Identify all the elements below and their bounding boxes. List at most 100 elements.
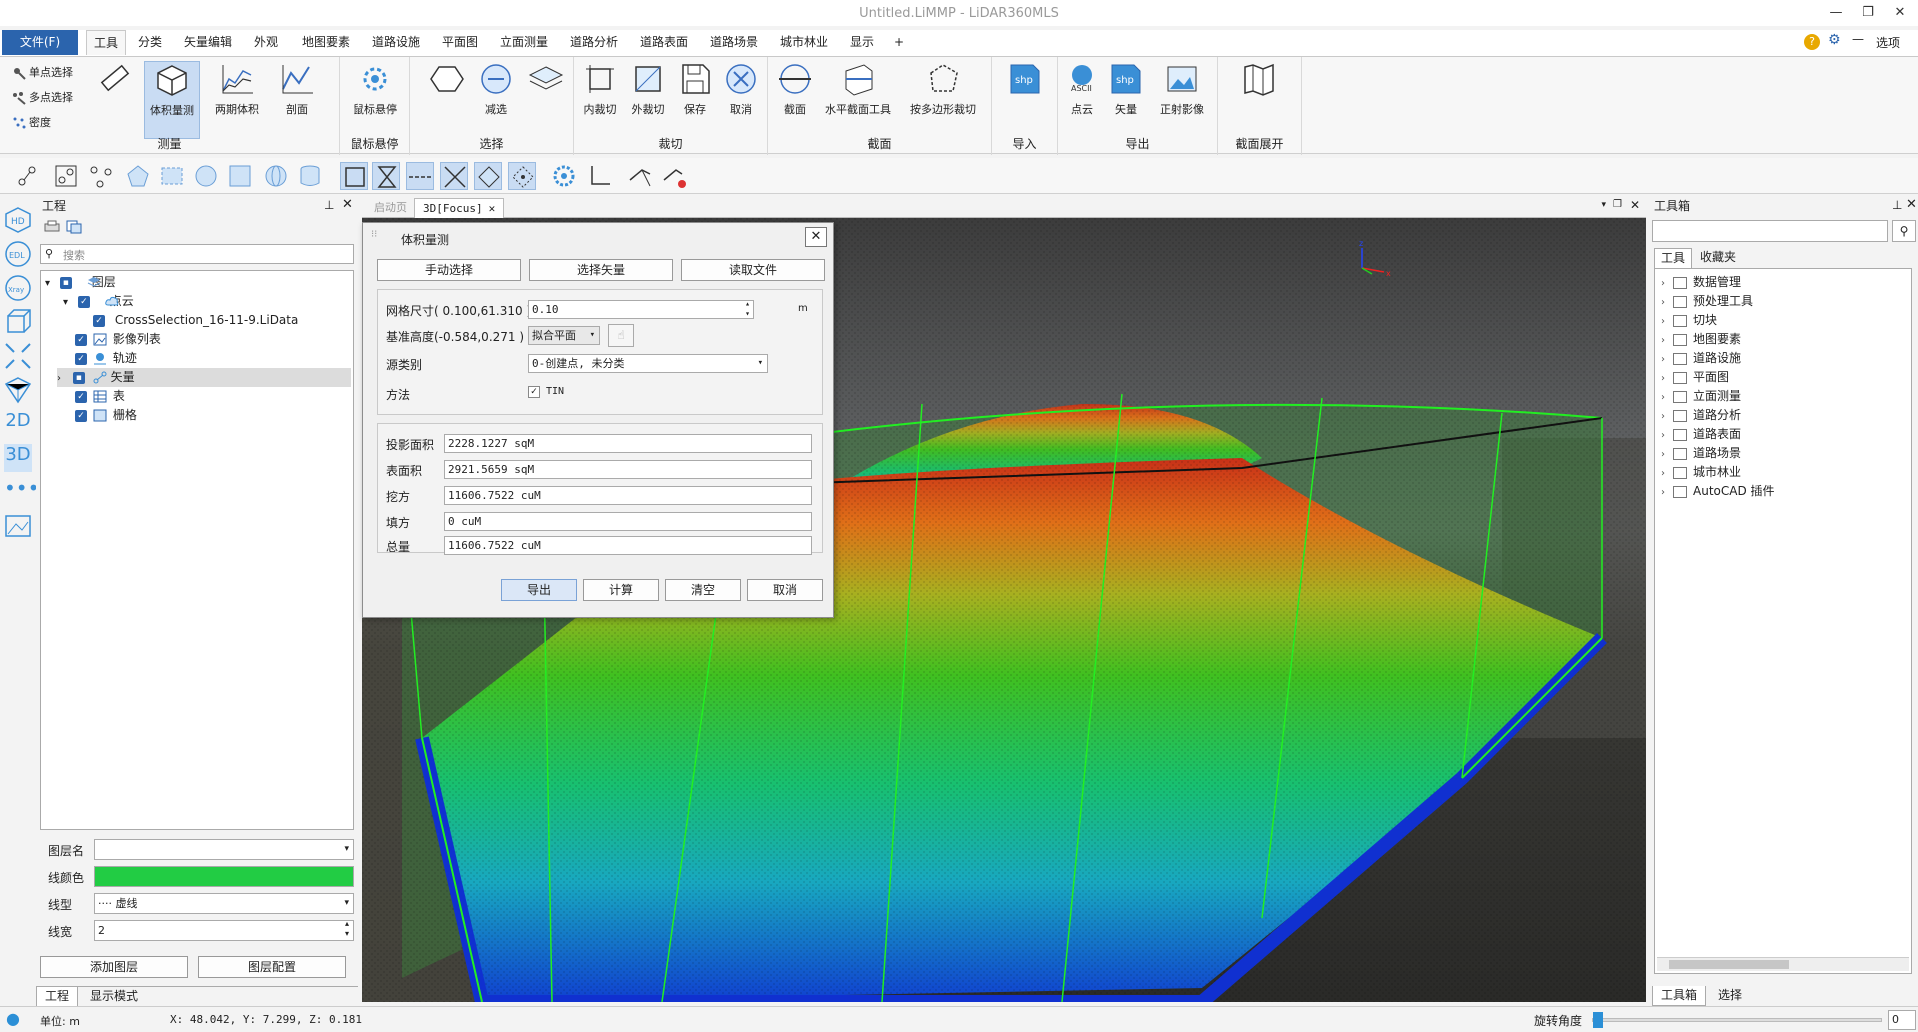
tab-tools[interactable]: 工具 xyxy=(86,30,126,55)
toolbox-item[interactable]: › 数据管理 xyxy=(1661,273,1741,292)
node-tool-1-icon[interactable] xyxy=(14,162,42,190)
tab-project[interactable]: 工程 xyxy=(36,987,79,1007)
outer-clip-button[interactable]: 外裁切 xyxy=(626,61,670,117)
export-vector-button[interactable]: shp 矢量 xyxy=(1106,61,1146,117)
view-2d-button[interactable]: 2D xyxy=(4,410,32,438)
toolbox-item[interactable]: › 地图要素 xyxy=(1661,330,1741,349)
rect-select-icon[interactable] xyxy=(158,162,186,190)
gear-icon[interactable]: ⚙ xyxy=(1828,32,1841,48)
cross-select-icon[interactable] xyxy=(440,162,468,190)
zoom-extent-icon[interactable] xyxy=(4,342,32,370)
add-layer-button[interactable]: 添加图层 xyxy=(40,956,188,978)
volume-measure-button[interactable]: 体积量测 xyxy=(144,61,200,139)
file-menu-button[interactable]: 文件(F) xyxy=(2,30,78,55)
tab-selection[interactable]: 选择 xyxy=(1710,986,1750,1006)
rotation-value-input[interactable]: 0 xyxy=(1888,1010,1916,1030)
table-checkbox[interactable]: ✓ xyxy=(75,390,87,403)
tab-display-mode[interactable]: 显示模式 xyxy=(82,987,146,1007)
two-period-volume-button[interactable]: 两期体积 xyxy=(210,61,264,117)
box-select-icon[interactable] xyxy=(340,162,368,190)
toolbox-item[interactable]: › 预处理工具 xyxy=(1661,292,1753,311)
grid-size-input[interactable]: 0.10 ▴ ▾ xyxy=(528,299,754,319)
surface-area-field[interactable]: 2921.5659 sqM xyxy=(444,460,812,479)
tin-checkbox[interactable]: ✓ xyxy=(528,386,540,398)
single-point-select-button[interactable]: 单点选择 xyxy=(12,63,73,83)
print-icon[interactable] xyxy=(44,220,60,234)
close-window-button[interactable]: ✕ xyxy=(1884,2,1916,24)
toolbox-item[interactable]: › AutoCAD 插件 xyxy=(1661,482,1775,501)
angle-icon[interactable] xyxy=(586,162,614,190)
compute-button[interactable]: 计算 xyxy=(583,579,659,601)
tab-tools-list[interactable]: 工具 xyxy=(1654,248,1692,268)
profile-button[interactable]: 剖面 xyxy=(272,61,322,117)
base-height-select[interactable]: 拟合平面 ▾ xyxy=(528,326,600,345)
hd-view-icon[interactable]: HD xyxy=(4,206,32,234)
tab-map-elements[interactable]: 地图要素 xyxy=(294,30,358,55)
collapse-ribbon-icon[interactable]: — xyxy=(1852,32,1864,46)
toolbox-item[interactable]: › 道路设施 xyxy=(1661,349,1741,368)
export-button[interactable]: 导出 xyxy=(501,579,577,601)
diamond-select-icon[interactable] xyxy=(474,162,502,190)
horizontal-section-button[interactable]: 水平截面工具 xyxy=(820,61,896,117)
mouse-hover-button[interactable]: 鼠标悬停 xyxy=(344,61,406,117)
view-cube-icon[interactable] xyxy=(4,376,32,404)
export-ortho-button[interactable]: 正射影像 xyxy=(1150,61,1214,117)
add-tab-button[interactable]: + xyxy=(888,30,910,55)
import-shp-button[interactable]: shp xyxy=(1000,61,1050,101)
dots-select-icon[interactable] xyxy=(508,162,536,190)
cut-volume-field[interactable]: 11606.7522 cuM xyxy=(444,486,812,505)
layers-select-button[interactable] xyxy=(522,61,570,101)
toolbox-item[interactable]: › 立面测量 xyxy=(1661,387,1741,406)
subtract-select-button[interactable]: 减选 xyxy=(474,61,518,117)
tab-road-scene[interactable]: 道路场景 xyxy=(702,30,766,55)
node-tool-2-icon[interactable] xyxy=(52,162,80,190)
drag-handle-icon[interactable]: ⁝⁝ xyxy=(371,229,377,240)
tab-road-surface[interactable]: 道路表面 xyxy=(632,30,696,55)
polygon-select-button[interactable] xyxy=(424,61,470,101)
node-tool-3-icon[interactable] xyxy=(88,162,116,190)
tab-road-analysis[interactable]: 道路分析 xyxy=(562,30,626,55)
manual-select-button[interactable]: 手动选择 xyxy=(377,259,521,281)
dialog-title-bar[interactable]: ⁝⁝ 体积量测 ✕ xyxy=(363,223,833,251)
line-select-icon[interactable] xyxy=(406,162,434,190)
tree-row-table[interactable]: ✓ 表 xyxy=(75,387,125,406)
tab-favorites[interactable]: 收藏夹 xyxy=(1696,248,1740,268)
section-button[interactable]: 截面 xyxy=(772,61,818,117)
toolbox-item[interactable]: › 道路分析 xyxy=(1661,406,1741,425)
search-icon[interactable]: ⚲ xyxy=(1892,220,1916,242)
tree-row-lidata-file[interactable]: ✓ CrossSelection_16-11-9.LiData xyxy=(93,311,298,330)
sphere-select-icon[interactable] xyxy=(262,162,290,190)
tab-appearance[interactable]: 外观 xyxy=(246,30,286,55)
tab-list-icon[interactable]: ▾ xyxy=(1601,200,1606,210)
view-3d-button[interactable]: 3D xyxy=(4,444,32,472)
pointcloud-checkbox[interactable]: ✓ xyxy=(77,295,90,308)
tab-start-page[interactable]: 启动页 xyxy=(366,198,415,218)
track-checkbox[interactable]: ✓ xyxy=(75,352,87,365)
toolbox-item[interactable]: › 道路表面 xyxy=(1661,425,1741,444)
toolbox-item[interactable]: › 切块 xyxy=(1661,311,1717,330)
cancel-button[interactable]: 取消 xyxy=(747,579,823,601)
more-icon[interactable]: ••• xyxy=(4,478,39,506)
tree-row-track[interactable]: ✓ 轨迹 xyxy=(75,349,137,368)
scrollbar-thumb[interactable] xyxy=(1669,960,1789,969)
tree-row-imagelist[interactable]: ✓ 影像列表 xyxy=(75,330,161,349)
panel-close-icon[interactable]: ✕ xyxy=(1906,197,1917,212)
tab-elevation[interactable]: 立面测量 xyxy=(492,30,556,55)
tab-3d-focus[interactable]: 3D[Focus] ✕ xyxy=(414,198,505,218)
layer-name-select[interactable]: ▾ xyxy=(94,839,354,860)
dialog-close-button[interactable]: ✕ xyxy=(805,227,827,247)
maximize-button[interactable]: ❐ xyxy=(1852,2,1884,24)
line-color-swatch[interactable] xyxy=(94,866,354,887)
line-type-select[interactable]: ···· 虚线 ▾ xyxy=(94,893,354,914)
layers-checkbox[interactable]: ▪ xyxy=(59,276,72,289)
tab-urban-forestry[interactable]: 城市林业 xyxy=(772,30,836,55)
imagelist-checkbox[interactable]: ✓ xyxy=(75,333,87,346)
source-class-select[interactable]: 0-创建点, 未分类 ▾ xyxy=(528,354,768,373)
tree-row-raster[interactable]: ✓ 栅格 xyxy=(75,406,137,425)
raster-checkbox[interactable]: ✓ xyxy=(75,409,87,422)
clear-button[interactable]: 清空 xyxy=(665,579,741,601)
horizontal-scrollbar[interactable] xyxy=(1657,957,1909,971)
polygon-clip-button[interactable]: 按多边形裁切 xyxy=(898,61,988,117)
document-close-icon[interactable]: ✕ xyxy=(1630,198,1640,212)
tree-row-vector[interactable]: › ▪ 矢量 xyxy=(57,368,351,387)
